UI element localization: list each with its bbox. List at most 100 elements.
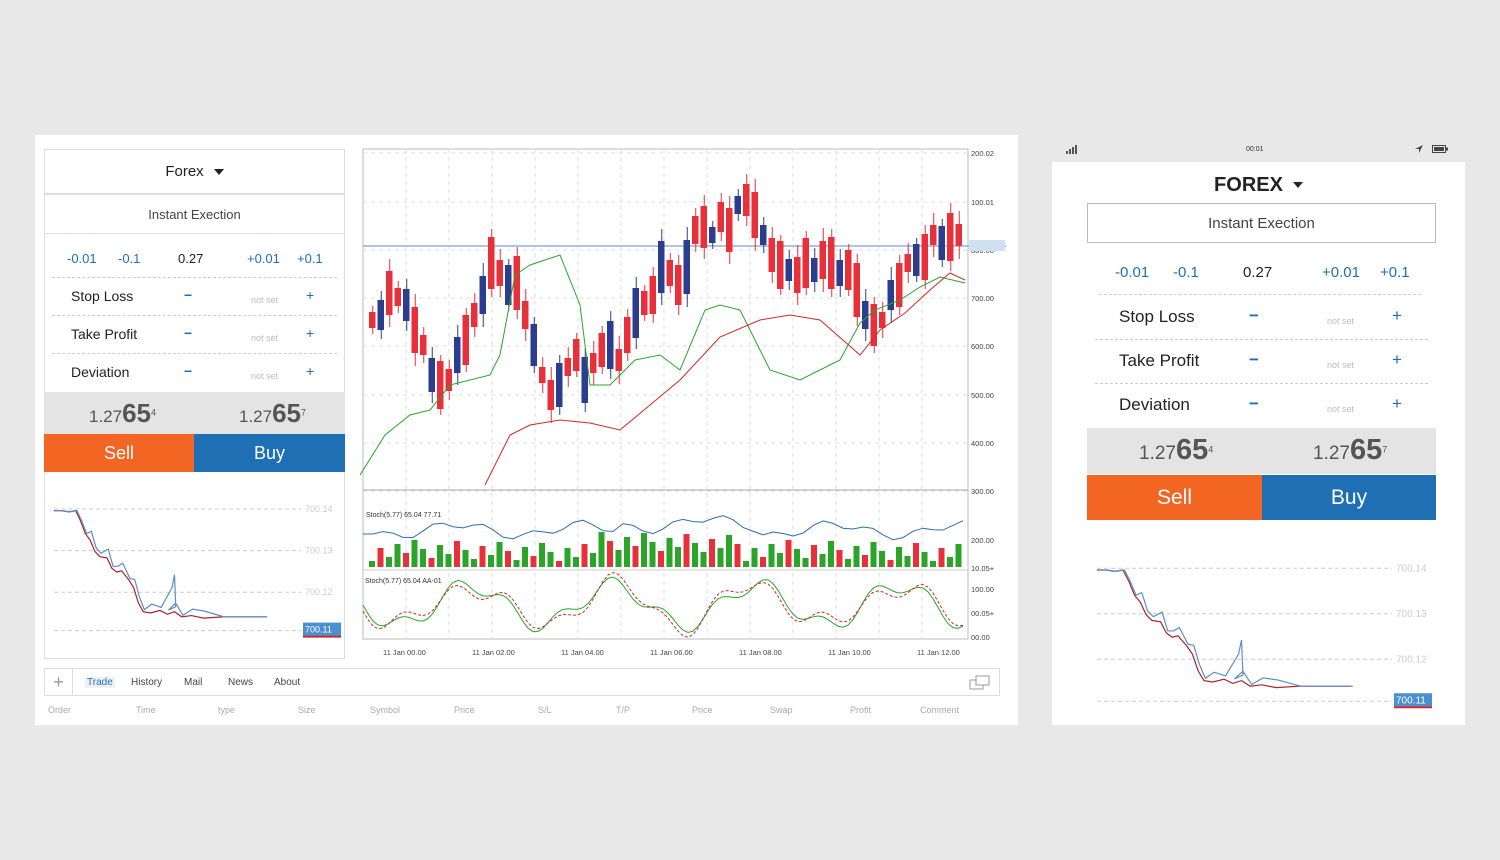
volume-plus-01[interactable]: +0.1 (297, 251, 323, 266)
volume-bar (496, 542, 503, 567)
market-label: FOREX (1214, 173, 1283, 196)
order-row-label: Stop Loss (71, 288, 134, 305)
price-tick-label: 700.00 (971, 294, 994, 303)
candle (777, 241, 784, 289)
volume-bar (768, 544, 775, 567)
order-row-value[interactable]: not set (1327, 360, 1354, 370)
candle (437, 361, 444, 409)
current-price-label: 700.11 (305, 625, 332, 635)
order-row-value[interactable]: not set (1327, 316, 1354, 326)
volume-bar (530, 556, 537, 567)
volume-minus-01[interactable]: -0.1 (1173, 264, 1199, 281)
volume-bar (692, 543, 698, 567)
status-time: 00:01 (1246, 146, 1264, 153)
mini-tick-label: 700.12 (305, 587, 333, 597)
execution-mode-box[interactable]: Instant Exection (44, 194, 345, 234)
volume-bar (632, 546, 639, 567)
volume-bar (887, 560, 894, 567)
candle (428, 358, 435, 392)
volume-bar (462, 550, 469, 567)
decrement-button[interactable]: − (184, 325, 192, 341)
order-row-stop-loss: Stop Loss − not set + (1087, 296, 1436, 340)
column-header: Price (454, 705, 475, 715)
volume-bar (547, 552, 554, 567)
volume-bar (938, 548, 945, 567)
volume-minus-001[interactable]: -0.01 (67, 251, 97, 266)
volume-bar (590, 553, 596, 567)
increment-button[interactable]: + (1392, 306, 1402, 326)
order-row-value[interactable]: not set (251, 371, 278, 381)
mini-tick-label: 700.12 (1396, 654, 1427, 665)
caret-down-icon (1292, 182, 1303, 188)
market-select[interactable]: FOREX (1052, 170, 1465, 200)
execution-mode-box[interactable]: Instant Exection (1087, 203, 1436, 243)
increment-button[interactable]: + (1392, 350, 1402, 370)
increment-button[interactable]: + (306, 363, 314, 379)
market-select[interactable]: Forex (44, 149, 345, 194)
volume-bar (904, 556, 911, 567)
volume-bar (930, 561, 936, 567)
candle (445, 369, 452, 391)
column-header: Time (136, 705, 156, 715)
main-candlestick-chart[interactable]: 200.02100.01800.00700.00600.00500.00400.… (360, 145, 1010, 665)
volume-bar (369, 561, 375, 567)
volume-value[interactable]: 0.27 (1243, 264, 1272, 281)
increment-button[interactable]: + (1392, 394, 1402, 414)
plus-icon[interactable]: + (45, 669, 73, 695)
column-header: Profit (850, 705, 872, 715)
volume-bar (573, 557, 579, 567)
order-row-value[interactable]: not set (251, 295, 278, 305)
stoch-label-2: Stoch(5.77) 65.04 AA-01 (365, 578, 442, 585)
volume-bar (751, 548, 758, 567)
candle (921, 234, 928, 280)
volume-plus-001[interactable]: +0.01 (1322, 264, 1360, 281)
column-header: Order (48, 705, 72, 715)
decrement-button[interactable]: − (1249, 350, 1259, 370)
candle (547, 380, 554, 410)
candle (947, 213, 954, 261)
volume-plus-001[interactable]: +0.01 (247, 251, 280, 266)
mini-series-blue (55, 509, 268, 618)
volume-plus-01[interactable]: +0.1 (1380, 264, 1410, 281)
order-row-value[interactable]: not set (1327, 404, 1354, 414)
orders-table-header: Order Time type Size Symbol Price S/L T/P Price S… (48, 705, 998, 719)
volume-bar (479, 546, 486, 567)
volume-bar (394, 544, 401, 567)
decrement-button[interactable]: − (184, 287, 192, 303)
decrement-button[interactable]: − (184, 363, 192, 379)
tab-about[interactable]: About (274, 677, 300, 688)
candle (462, 315, 469, 365)
volume-value[interactable]: 0.27 (178, 251, 203, 266)
candle (751, 192, 758, 238)
buy-button[interactable]: Buy (1262, 475, 1436, 520)
order-row-label: Stop Loss (1119, 307, 1195, 327)
mini-tick-label: 700.13 (1396, 609, 1427, 620)
volume-minus-01[interactable]: -0.1 (118, 251, 140, 266)
candle (675, 265, 682, 305)
sell-button[interactable]: Sell (1087, 475, 1262, 520)
tab-news[interactable]: News (228, 677, 253, 688)
tab-mail[interactable]: Mail (184, 677, 202, 688)
tab-history[interactable]: History (131, 677, 162, 688)
ask-price: 1.27657 (1313, 434, 1388, 466)
sell-button[interactable]: Sell (44, 434, 194, 472)
candle (870, 304, 877, 346)
decrement-button[interactable]: − (1249, 306, 1259, 326)
candle (632, 288, 639, 338)
candle (522, 301, 529, 329)
decrement-button[interactable]: − (1249, 394, 1259, 414)
volume-bar (879, 551, 885, 567)
increment-button[interactable]: + (306, 287, 314, 303)
volume-bar (734, 544, 741, 567)
volume-bar (726, 535, 732, 567)
volume-bar (870, 542, 877, 567)
increment-button[interactable]: + (306, 325, 314, 341)
terminal-tabs: + Trade History Mail News About (44, 668, 1000, 696)
window-restore-icon[interactable] (969, 675, 991, 691)
volume-minus-001[interactable]: -0.01 (1115, 264, 1149, 281)
order-row-value[interactable]: not set (251, 333, 278, 343)
tab-trade[interactable]: Trade (85, 677, 115, 688)
current-price-label: 700.11 (1396, 695, 1426, 706)
volume-bar (777, 553, 783, 567)
buy-button[interactable]: Buy (194, 434, 345, 472)
